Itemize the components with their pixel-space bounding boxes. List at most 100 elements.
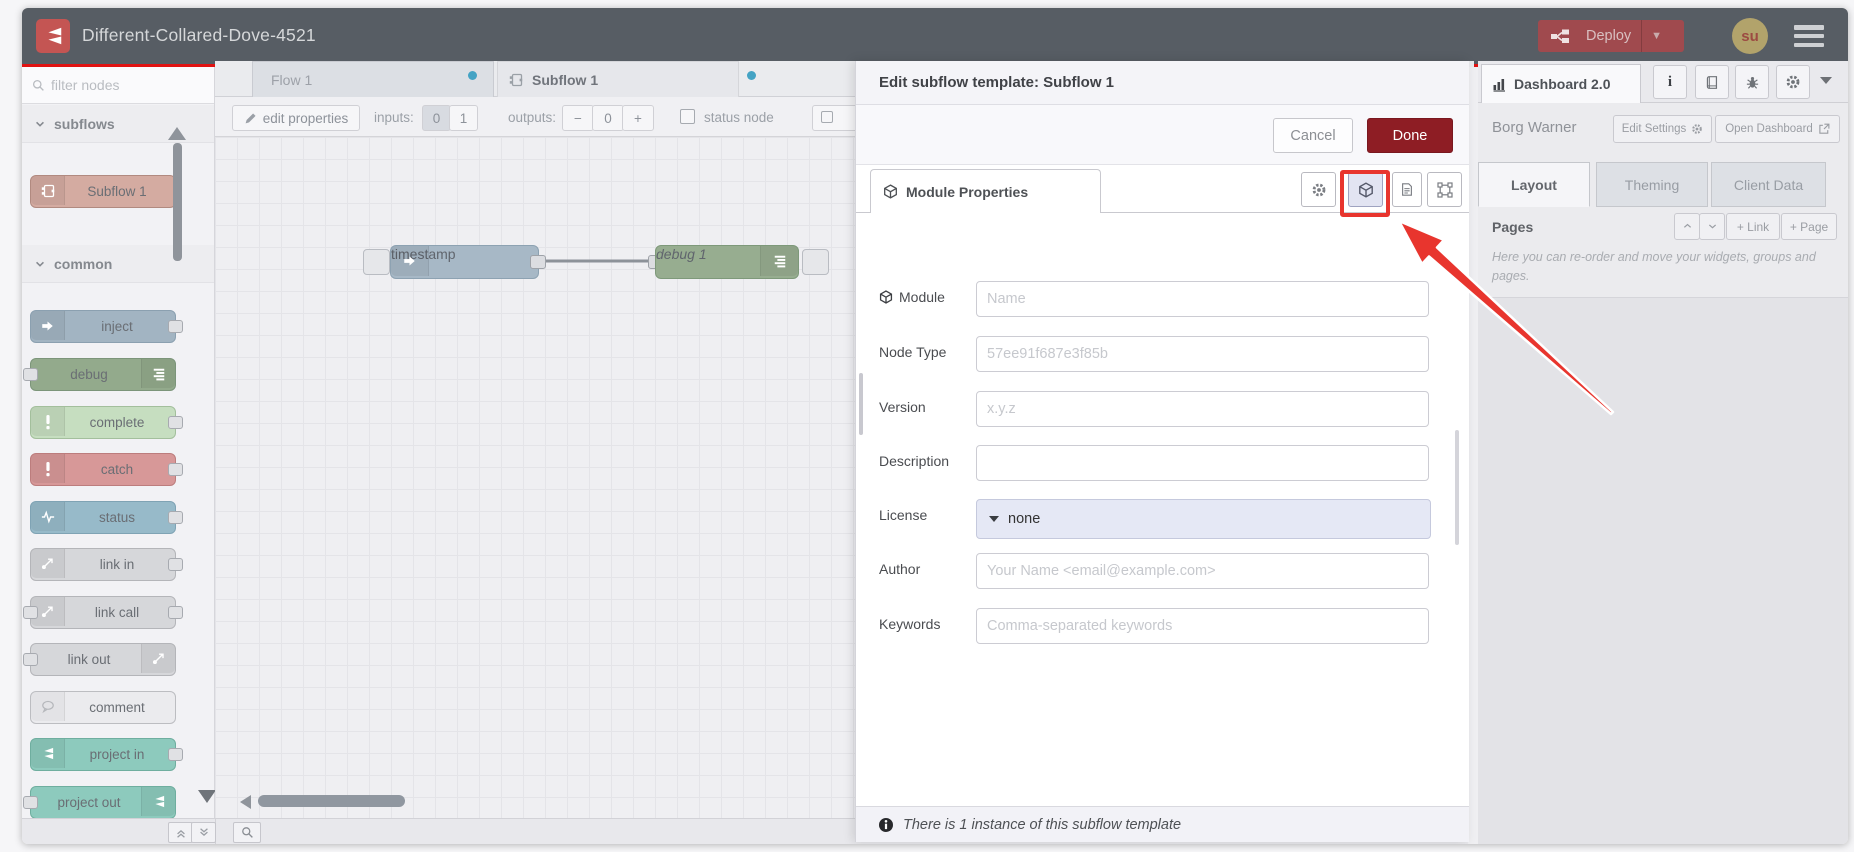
book-icon [1706,75,1717,89]
palette-node-debug[interactable]: debug [23,358,176,391]
palette-node-project-in[interactable]: project in [30,738,183,771]
tab-theming[interactable]: Theming [1596,162,1708,207]
palette-node-label: comment [89,700,145,715]
palette-node-subflow-1[interactable]: Subflow 1 [30,175,176,208]
palette-node-complete[interactable]: complete [30,406,183,439]
help-tab-button[interactable] [1695,65,1729,99]
field-label-text: License [879,507,928,523]
pages-move-up-button[interactable] [1674,213,1700,240]
description-input[interactable] [976,445,1429,481]
doc-icon [1402,183,1412,196]
deploy-button[interactable]: Deploy ▼ [1538,20,1684,52]
palette-scroll-up-icon[interactable] [168,127,186,140]
tab-dashboard-2[interactable]: Dashboard 2.0 [1481,64,1641,103]
user-avatar[interactable]: su [1732,18,1768,54]
palette-section-label: subflows [54,115,115,132]
menu-icon[interactable] [1794,25,1824,47]
canvas-scroll-left-icon[interactable] [240,795,251,809]
annotation-highlight-box [1340,170,1390,217]
license-select[interactable]: none [976,499,1431,539]
node-output-port[interactable] [168,416,183,429]
inject-trigger-button[interactable] [363,249,390,275]
tab-layout[interactable]: Layout [1478,162,1590,207]
deploy-caret-icon[interactable]: ▼ [1651,30,1662,42]
sidebar-separator[interactable] [1468,67,1478,844]
canvas-node-timestamp[interactable]: timestamp [390,245,539,279]
canvas-node-debug-1[interactable]: debug 1 [655,245,799,279]
node-input-port[interactable] [23,653,38,666]
tray-resize-grip[interactable] [859,373,863,435]
inputs-1-button[interactable]: 1 [449,105,478,131]
palette-collapse-all-button[interactable] [168,822,193,843]
canvas-hscrollbar-thumb[interactable] [258,795,405,807]
app-window: Different-Collared-Dove-4521 Deploy ▼ su… [22,8,1848,844]
edit-properties-label: edit properties [262,110,349,126]
version-input[interactable] [976,391,1429,427]
outputs-plus-button[interactable]: + [622,105,654,131]
zoom-search-button[interactable] [233,822,261,843]
edit-properties-button[interactable]: edit properties [232,105,360,131]
done-label: Done [1392,127,1428,144]
add-page-button[interactable]: + Page [1781,213,1837,240]
node-output-port[interactable] [530,255,546,269]
pages-help-inner: Here you can re-order and move your widg… [1492,250,1816,284]
tab-client-data[interactable]: Client Data [1711,162,1826,207]
add-link-button[interactable]: + Link [1726,213,1780,240]
open-dashboard-button[interactable]: Open Dashboard [1715,115,1840,143]
palette-node-link-in[interactable]: link in [30,548,183,581]
palette-scroll-down-icon[interactable] [198,790,216,803]
node-output-port[interactable] [168,606,183,619]
cancel-button[interactable]: Cancel [1273,118,1353,153]
pages-list-area [1478,298,1848,844]
palette-node-catch[interactable]: catch [30,453,183,486]
palette-node-link-call[interactable]: link call [23,596,183,629]
edit-settings-button[interactable]: Edit Settings [1613,115,1712,143]
node-input-port[interactable] [23,606,38,619]
palette-node-label: link in [99,557,135,572]
inject-arrow-icon [31,311,65,340]
node-output-port[interactable] [168,511,183,524]
palette-node-inject[interactable]: inject [30,310,183,343]
node-output-port[interactable] [168,558,183,571]
appearance-button[interactable] [1427,172,1462,207]
node-output-port[interactable] [168,748,183,761]
node-output-port[interactable] [168,320,183,333]
node-input-port[interactable] [23,368,38,381]
node-type-input[interactable] [976,336,1429,372]
palette-node-comment[interactable]: comment [30,691,176,724]
config-tab-button[interactable] [1776,65,1810,99]
debug-list-icon [141,359,175,388]
inputs-0-button[interactable]: 0 [422,105,451,131]
keywords-input[interactable] [976,608,1429,644]
palette-node-status[interactable]: status [30,501,183,534]
palette-node-project-out[interactable]: project out [23,786,176,819]
palette-expand-all-button[interactable] [191,822,216,843]
palette-node-link-out[interactable]: link out [23,643,176,676]
tab-flow-1[interactable]: Flow 1 [252,61,494,98]
field-label-text: Keywords [879,616,941,632]
sidebar-more-caret-icon[interactable] [1820,77,1832,84]
node-input-port[interactable] [23,796,38,809]
palette-scrollbar-thumb[interactable] [173,143,182,261]
form-scrollbar-thumb[interactable] [1455,430,1459,545]
node-settings-button[interactable] [1301,172,1336,207]
info-tab-button[interactable]: i [1653,65,1687,99]
author-input[interactable] [976,553,1429,589]
description-button[interactable] [1392,172,1422,207]
outputs-minus-button[interactable]: − [562,105,594,131]
module-input[interactable] [976,281,1429,317]
done-button[interactable]: Done [1367,118,1453,153]
tab-subflow-1[interactable]: Subflow 1 [497,61,756,98]
outputs-count[interactable]: 0 [592,105,624,131]
debug-toggle-button[interactable] [802,249,829,275]
debug-tab-button[interactable] [1735,65,1769,99]
add-page-label: + Page [1789,219,1829,234]
node-output-port[interactable] [168,463,183,476]
tab-label: Client Data [1733,176,1804,193]
pages-move-down-button[interactable] [1699,213,1725,240]
tab-module-properties[interactable]: Module Properties [870,169,1101,213]
palette-section-common[interactable]: common [22,245,214,283]
status-node-checkbox[interactable] [680,109,695,124]
palette-search[interactable]: filter nodes [22,67,214,104]
module-field-label: Module [879,289,989,305]
